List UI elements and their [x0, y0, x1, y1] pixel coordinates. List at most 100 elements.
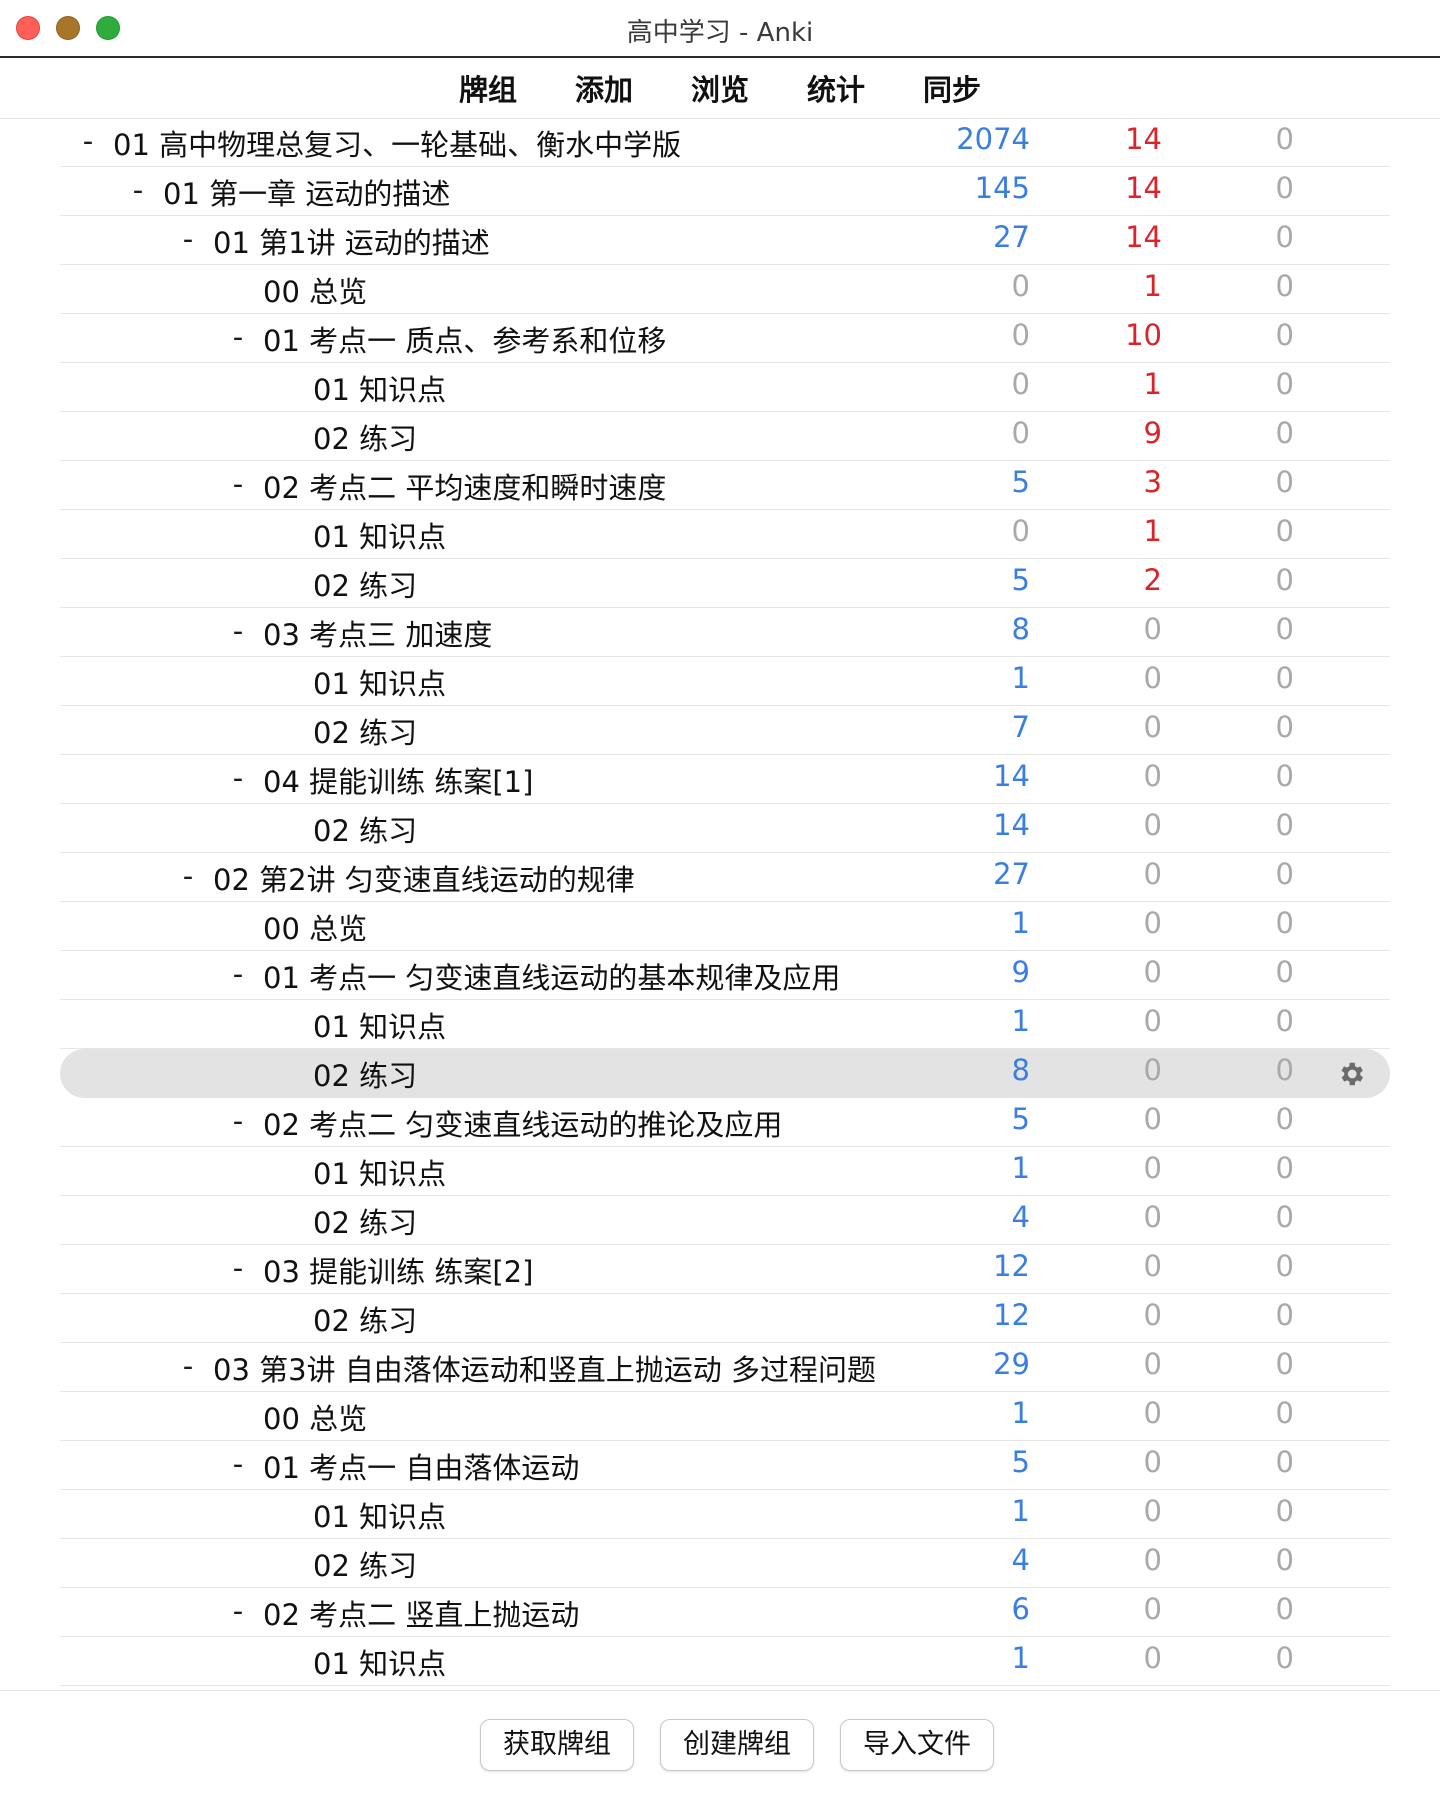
collapse-toggle[interactable]: - — [228, 467, 248, 501]
deck-name[interactable]: 01 知识点 — [313, 661, 446, 703]
new-count: 0 — [1275, 514, 1294, 548]
collapse-toggle[interactable]: - — [228, 614, 248, 648]
deck-name[interactable]: 02 考点二 竖直上抛运动 — [263, 1592, 579, 1634]
deck-name[interactable]: 01 知识点 — [313, 514, 446, 556]
get-shared-decks-button[interactable]: 获取牌组 — [480, 1719, 634, 1771]
deck-row[interactable]: 00 总览 0 1 0 — [60, 265, 1390, 314]
tab-browse[interactable]: 浏览 — [691, 67, 749, 109]
collapse-toggle[interactable]: - — [178, 859, 198, 893]
collapse-toggle[interactable]: - — [178, 222, 198, 256]
deck-name[interactable]: 02 练习 — [313, 1543, 417, 1585]
new-count: 0 — [1275, 1641, 1294, 1675]
deck-name[interactable]: 03 考点三 加速度 — [263, 612, 492, 654]
deck-name[interactable]: 01 知识点 — [313, 367, 446, 409]
deck-name[interactable]: 02 练习 — [313, 563, 417, 605]
deck-name[interactable]: 04 提能训练 练案[1] — [263, 759, 533, 801]
deck-name[interactable]: 01 知识点 — [313, 1641, 446, 1683]
collapse-toggle[interactable]: - — [228, 761, 248, 795]
deck-name[interactable]: 01 第一章 运动的描述 — [163, 171, 450, 213]
deck-name[interactable]: 02 练习 — [313, 1053, 417, 1095]
deck-name[interactable]: 01 考点一 自由落体运动 — [263, 1445, 579, 1487]
deck-name[interactable]: 02 练习 — [313, 1298, 417, 1340]
deck-name[interactable]: 02 第2讲 匀变速直线运动的规律 — [213, 857, 635, 899]
deck-row[interactable]: 02 练习 14 0 0 — [60, 804, 1390, 853]
deck-name[interactable]: 00 总览 — [263, 906, 367, 948]
deck-name[interactable]: 02 练习 — [313, 416, 417, 458]
deck-row[interactable]: -03 第3讲 自由落体运动和竖直上抛运动 多过程问题 29 0 0 — [60, 1343, 1390, 1392]
deck-row[interactable]: 02 练习 8 0 0 — [60, 1049, 1390, 1098]
deck-row[interactable]: -01 第一章 运动的描述 145 14 0 — [60, 167, 1390, 216]
deck-name[interactable]: 01 知识点 — [313, 1004, 446, 1046]
collapse-toggle[interactable]: - — [78, 124, 98, 158]
collapse-toggle[interactable]: - — [178, 1349, 198, 1383]
deck-row[interactable]: 01 知识点 1 0 0 — [60, 1147, 1390, 1196]
deck-row[interactable]: 02 练习 5 2 0 — [60, 559, 1390, 608]
new-count: 0 — [1275, 710, 1294, 744]
new-count: 0 — [1275, 416, 1294, 450]
deck-row[interactable]: -01 考点一 自由落体运动 5 0 0 — [60, 1441, 1390, 1490]
deck-row[interactable]: 01 知识点 0 1 0 — [60, 363, 1390, 412]
deck-row[interactable]: 01 知识点 1 0 0 — [60, 657, 1390, 706]
deck-row[interactable]: 01 知识点 1 0 0 — [60, 1000, 1390, 1049]
learn-count: 0 — [1143, 759, 1162, 793]
deck-row[interactable]: -04 提能训练 练案[1] 14 0 0 — [60, 755, 1390, 804]
tab-sync[interactable]: 同步 — [923, 67, 981, 109]
deck-name[interactable]: 00 总览 — [263, 269, 367, 311]
collapse-toggle[interactable]: - — [228, 957, 248, 991]
deck-name[interactable]: 01 考点一 质点、参考系和位移 — [263, 318, 666, 360]
deck-row[interactable]: 02 练习 12 0 0 — [60, 1294, 1390, 1343]
deck-name[interactable]: 02 练习 — [313, 710, 417, 752]
deck-name[interactable]: 03 第3讲 自由落体运动和竖直上抛运动 多过程问题 — [213, 1347, 876, 1389]
deck-name[interactable]: 01 高中物理总复习、一轮基础、衡水中学版 — [113, 122, 681, 164]
deck-row[interactable]: -01 考点一 匀变速直线运动的基本规律及应用 9 0 0 — [60, 951, 1390, 1000]
learn-count: 0 — [1143, 1543, 1162, 1577]
collapse-toggle[interactable]: - — [228, 1251, 248, 1285]
deck-name[interactable]: 01 知识点 — [313, 1151, 446, 1193]
deck-row[interactable]: -01 第1讲 运动的描述 27 14 0 — [60, 216, 1390, 265]
deck-list[interactable]: -01 高中物理总复习、一轮基础、衡水中学版 2074 14 0-01 第一章 运动的… — [0, 118, 1440, 1690]
deck-name[interactable]: 02 练习 — [313, 1200, 417, 1242]
deck-row[interactable]: 01 知识点 1 0 0 — [60, 1637, 1390, 1686]
tab-stats[interactable]: 统计 — [807, 67, 865, 109]
deck-row[interactable]: 02 练习 4 0 0 — [60, 1539, 1390, 1588]
collapse-toggle[interactable]: - — [228, 1104, 248, 1138]
deck-row[interactable]: -01 高中物理总复习、一轮基础、衡水中学版 2074 14 0 — [60, 118, 1390, 167]
new-count: 0 — [1275, 465, 1294, 499]
deck-name[interactable]: 01 考点一 匀变速直线运动的基本规律及应用 — [263, 955, 840, 997]
deck-row[interactable]: -01 考点一 质点、参考系和位移 0 10 0 — [60, 314, 1390, 363]
collapse-toggle[interactable]: - — [228, 1447, 248, 1481]
deck-name[interactable]: 01 第1讲 运动的描述 — [213, 220, 490, 262]
deck-name[interactable]: 03 提能训练 练案[2] — [263, 1249, 533, 1291]
deck-row[interactable]: 01 知识点 0 1 0 — [60, 510, 1390, 559]
deck-name[interactable]: 00 总览 — [263, 1396, 367, 1438]
deck-name[interactable]: 02 考点二 平均速度和瞬时速度 — [263, 465, 666, 507]
deck-row[interactable]: 00 总览 1 0 0 — [60, 902, 1390, 951]
learn-count: 14 — [1125, 220, 1162, 254]
deck-row[interactable]: -02 考点二 平均速度和瞬时速度 5 3 0 — [60, 461, 1390, 510]
deck-row[interactable]: 02 练习 7 0 0 — [60, 706, 1390, 755]
collapse-toggle[interactable]: - — [228, 1594, 248, 1628]
deck-name[interactable]: 01 知识点 — [313, 1494, 446, 1536]
due-count: 0 — [1011, 514, 1030, 548]
deck-name[interactable]: 02 考点二 匀变速直线运动的推论及应用 — [263, 1102, 782, 1144]
collapse-toggle[interactable]: - — [128, 173, 148, 207]
deck-row[interactable]: -03 提能训练 练案[2] 12 0 0 — [60, 1245, 1390, 1294]
deck-row[interactable]: 02 练习 4 0 0 — [60, 1196, 1390, 1245]
tab-decks[interactable]: 牌组 — [459, 67, 517, 109]
deck-row[interactable]: -02 第2讲 匀变速直线运动的规律 27 0 0 — [60, 853, 1390, 902]
create-deck-button[interactable]: 创建牌组 — [660, 1719, 814, 1771]
deck-row[interactable]: 02 练习 0 9 0 — [60, 412, 1390, 461]
import-file-button[interactable]: 导入文件 — [840, 1719, 994, 1771]
deck-row[interactable]: 01 知识点 1 0 0 — [60, 1490, 1390, 1539]
deck-name[interactable]: 02 练习 — [313, 808, 417, 850]
new-count: 0 — [1275, 1592, 1294, 1626]
deck-row[interactable]: -03 考点三 加速度 8 0 0 — [60, 608, 1390, 657]
gear-icon[interactable] — [1336, 1059, 1366, 1089]
due-count: 1 — [1011, 661, 1030, 695]
deck-row[interactable]: -02 考点二 竖直上抛运动 6 0 0 — [60, 1588, 1390, 1637]
deck-row[interactable]: 00 总览 1 0 0 — [60, 1392, 1390, 1441]
deck-row[interactable]: -02 考点二 匀变速直线运动的推论及应用 5 0 0 — [60, 1098, 1390, 1147]
tab-add[interactable]: 添加 — [575, 67, 633, 109]
new-count: 0 — [1275, 563, 1294, 597]
collapse-toggle[interactable]: - — [228, 320, 248, 354]
